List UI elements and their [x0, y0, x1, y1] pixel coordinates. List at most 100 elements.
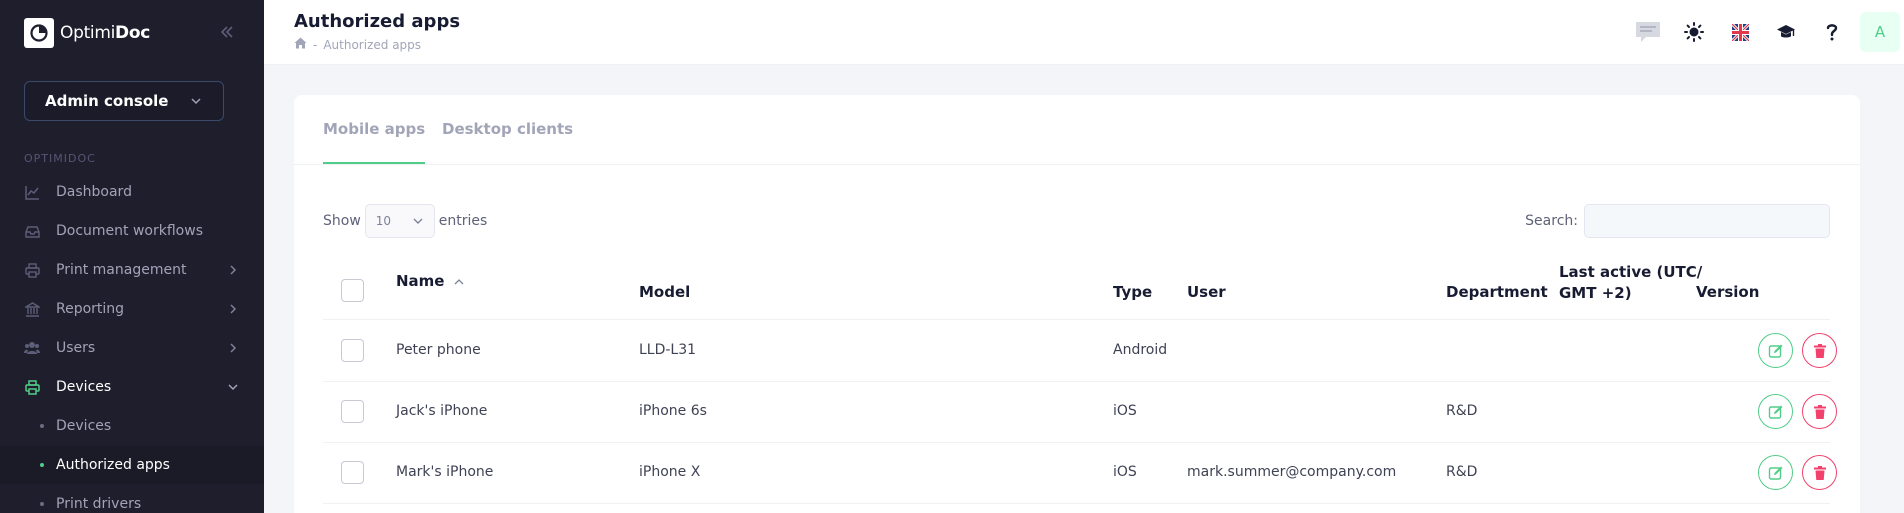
sidebar-item-dashboard[interactable]: Dashboard	[0, 173, 264, 211]
trash-icon	[1813, 404, 1826, 419]
entries-label: entries	[438, 213, 488, 229]
sidebar-item-label: Print management	[56, 262, 187, 278]
printer-icon	[24, 262, 40, 278]
sidebar-item-print-management[interactable]: Print management	[0, 251, 264, 289]
tab-bar: Mobile apps Desktop clients	[294, 95, 1860, 165]
sidebar-item-label: Document workflows	[56, 223, 203, 239]
breadcrumb-separator: -	[313, 37, 318, 52]
sidebar-subitem-label: Authorized apps	[56, 457, 170, 473]
tab-desktop-clients[interactable]: Desktop clients	[442, 120, 573, 162]
edit-button[interactable]	[1758, 333, 1793, 368]
logo-text: OptimiDoc	[60, 23, 151, 43]
cell-user: mark.summer@company.com	[1187, 464, 1397, 480]
cell-name: Mark's iPhone	[396, 464, 494, 480]
cell-model: iPhone X	[639, 464, 701, 480]
edit-button[interactable]	[1758, 455, 1793, 490]
column-header-user[interactable]: User	[1187, 283, 1226, 301]
sidebar-item-document-workflows[interactable]: Document workflows	[0, 212, 264, 250]
sidebar-item-label: Reporting	[56, 301, 125, 317]
entries-value: 10	[375, 214, 392, 228]
sidebar: OptimiDoc Admin console OPTIMIDOC Dashbo…	[0, 0, 264, 513]
cell-type: Android	[1113, 342, 1168, 358]
inbox-icon	[24, 223, 40, 239]
column-header-type[interactable]: Type	[1113, 283, 1152, 301]
sidebar-subitem-label: Print drivers	[56, 496, 142, 512]
table-row: Mark's iPhone iPhone X iOS mark.summer@c…	[323, 442, 1837, 504]
edit-icon	[1768, 405, 1782, 419]
cell-type: iOS	[1113, 403, 1137, 419]
trash-icon	[1813, 343, 1826, 358]
cell-department: R&D	[1446, 403, 1478, 419]
column-header-last-active[interactable]: Last active (UTC/ GMT +2)	[1559, 262, 1702, 304]
row-checkbox[interactable]	[341, 461, 364, 484]
breadcrumb: - Authorized apps	[294, 37, 421, 52]
chevron-down-icon	[413, 218, 423, 224]
sidebar-item-label: Devices	[56, 379, 112, 395]
chart-line-icon	[24, 184, 40, 200]
sidebar-item-label: Dashboard	[56, 184, 132, 200]
search-input[interactable]	[1584, 204, 1830, 238]
column-header-name[interactable]: Name	[396, 272, 464, 290]
sidebar-item-reporting[interactable]: Reporting	[0, 290, 264, 328]
edit-button[interactable]	[1758, 394, 1793, 429]
logo-icon	[24, 18, 54, 48]
top-header: Authorized apps - Authorized apps A	[264, 0, 1904, 65]
sidebar-item-devices[interactable]: Devices	[0, 368, 264, 406]
sun-icon[interactable]	[1677, 15, 1711, 49]
table-row: Peter phone LLD-L31 Android	[323, 320, 1837, 382]
tab-mobile-apps[interactable]: Mobile apps	[323, 120, 426, 164]
table-row: Jack's iPhone iPhone 6s iOS R&D	[323, 381, 1837, 443]
question-icon[interactable]	[1815, 15, 1849, 49]
edit-icon	[1768, 466, 1782, 480]
bank-icon	[24, 301, 40, 317]
cell-model: LLD-L31	[639, 342, 697, 358]
chat-icon[interactable]	[1631, 15, 1665, 49]
column-header-model[interactable]: Model	[639, 283, 690, 301]
cell-department: R&D	[1446, 464, 1478, 480]
avatar[interactable]: A	[1860, 12, 1900, 52]
collapse-sidebar-icon[interactable]	[218, 22, 236, 42]
sidebar-item-users[interactable]: Users	[0, 329, 264, 367]
users-icon	[24, 340, 40, 356]
search-label: Search:	[1525, 213, 1578, 229]
table-search: Search:	[1525, 204, 1830, 238]
page-title: Authorized apps	[294, 11, 461, 32]
entries-select[interactable]: 10	[364, 204, 435, 238]
delete-button[interactable]	[1802, 333, 1837, 368]
bullet-icon	[40, 502, 44, 506]
bullet-icon	[40, 424, 44, 428]
console-selector[interactable]: Admin console	[24, 81, 224, 121]
trash-icon	[1813, 465, 1826, 480]
logo[interactable]: OptimiDoc	[24, 17, 150, 49]
cell-model: iPhone 6s	[639, 403, 707, 419]
row-checkbox[interactable]	[341, 400, 364, 423]
breadcrumb-current: Authorized apps	[323, 37, 422, 52]
sidebar-subitem-label: Devices	[56, 418, 112, 434]
content-card: Mobile apps Desktop clients Show 10 entr…	[294, 95, 1860, 513]
sidebar-subitem-devices[interactable]: Devices	[0, 407, 264, 445]
table-header: Name Model Type User Department Last act…	[323, 258, 1830, 320]
cell-type: iOS	[1113, 464, 1137, 480]
chevron-right-icon	[230, 304, 237, 314]
sidebar-subitem-print-drivers[interactable]: Print drivers	[0, 485, 264, 513]
cell-name: Peter phone	[396, 342, 481, 358]
bullet-icon	[40, 463, 44, 467]
sidebar-section-title: OPTIMIDOC	[24, 152, 96, 165]
cell-name: Jack's iPhone	[396, 403, 488, 419]
home-icon[interactable]	[294, 37, 307, 52]
delete-button[interactable]	[1802, 455, 1837, 490]
chevron-down-icon	[191, 98, 201, 105]
delete-button[interactable]	[1802, 394, 1837, 429]
graduation-cap-icon[interactable]	[1769, 15, 1803, 49]
edit-icon	[1768, 344, 1782, 358]
uk-flag-icon[interactable]	[1723, 15, 1757, 49]
sidebar-subitem-authorized-apps[interactable]: Authorized apps	[0, 446, 264, 484]
column-header-version[interactable]: Version	[1696, 283, 1759, 301]
show-label: Show	[323, 213, 361, 229]
select-all-checkbox[interactable]	[341, 279, 364, 302]
chevron-right-icon	[230, 265, 237, 275]
console-selector-label: Admin console	[45, 92, 169, 110]
row-checkbox[interactable]	[341, 339, 364, 362]
chevron-right-icon	[230, 343, 237, 353]
column-header-department[interactable]: Department	[1446, 283, 1548, 301]
